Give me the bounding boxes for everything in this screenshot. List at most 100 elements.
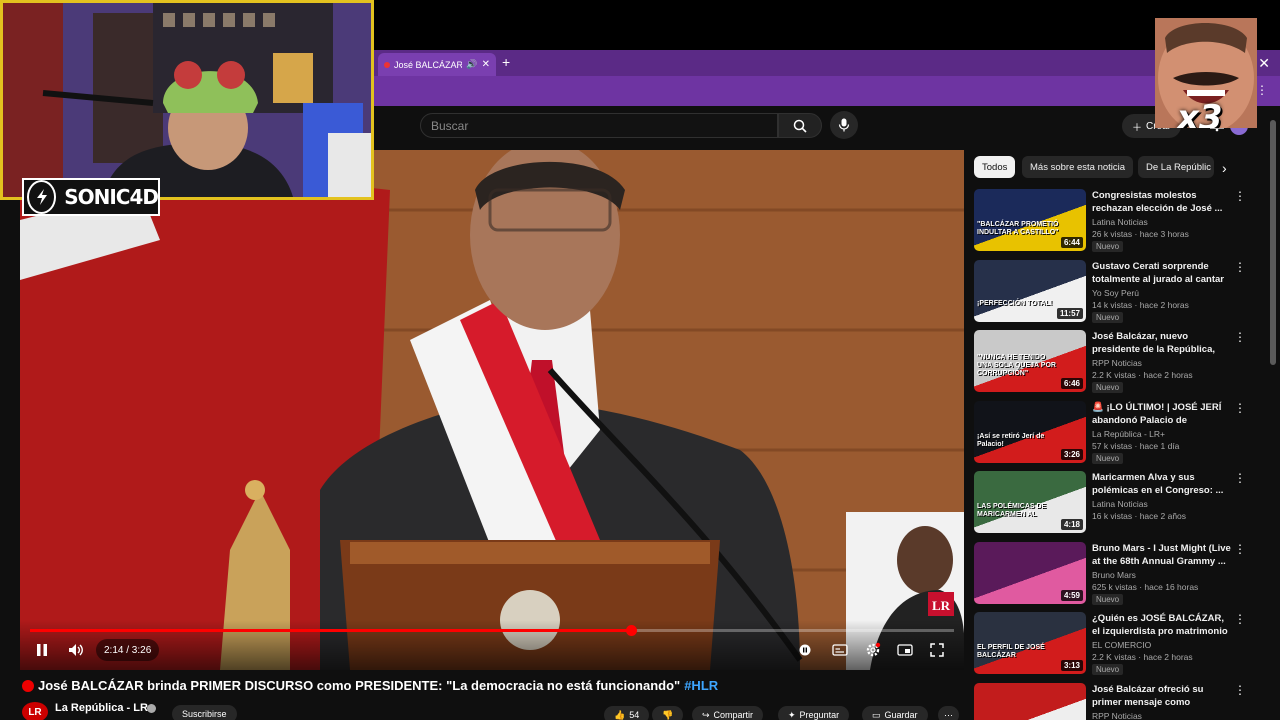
voice-search-button[interactable] bbox=[830, 111, 858, 139]
chip-more-news[interactable]: Más sobre esta noticia bbox=[1022, 156, 1134, 178]
recommendation-channel[interactable]: Bruno Mars bbox=[1092, 570, 1136, 580]
recommendation-item[interactable]: LAS POLÉMICAS DE MARICARMEN AL 4:18 Marica… bbox=[974, 471, 1264, 537]
subtitles-button[interactable] bbox=[829, 639, 851, 661]
recommendation-channel[interactable]: Latina Noticias bbox=[1092, 217, 1148, 227]
more-options-icon[interactable]: ⋮ bbox=[1234, 330, 1246, 344]
ask-label: Preguntar bbox=[799, 710, 840, 720]
like-button[interactable]: 👍 54 bbox=[604, 706, 650, 720]
search-input[interactable]: Buscar bbox=[420, 113, 778, 138]
new-badge: Nuevo bbox=[1092, 664, 1124, 675]
video-title: José BALCÁZAR brinda PRIMER DISCURSO com… bbox=[38, 678, 681, 693]
share-button[interactable]: ↪ Compartir bbox=[692, 706, 764, 720]
more-options-icon[interactable]: ⋮ bbox=[1234, 542, 1246, 556]
recommendation-channel[interactable]: La República - LR+ bbox=[1092, 429, 1165, 439]
settings-button[interactable] bbox=[862, 639, 884, 661]
autoplay-toggle[interactable] bbox=[794, 639, 816, 661]
recommendation-title[interactable]: ¿Quién es JOSÉ BALCÁZAR, el izquierdista… bbox=[1092, 612, 1232, 638]
recommendation-meta: 26 k vistas · hace 3 horas bbox=[1092, 229, 1189, 239]
video-duration: 6:44 bbox=[1060, 237, 1083, 248]
dislike-button[interactable]: 👎 bbox=[652, 706, 684, 720]
save-button[interactable]: ▭ Guardar bbox=[862, 706, 928, 720]
more-options-icon[interactable]: ⋮ bbox=[1234, 612, 1246, 626]
video-thumbnail[interactable]: EL PERFIL DE JOSÉ BALCÁZAR 3:13 bbox=[974, 612, 1086, 674]
recommendation-title[interactable]: 🚨 ¡LO ÚLTIMO! | JOSÉ JERÍ abandonó Palac… bbox=[1092, 401, 1232, 427]
meme-multiplier: x3 bbox=[1177, 98, 1223, 128]
video-thumbnail[interactable] bbox=[974, 682, 1086, 720]
speaker-icon[interactable]: 🔊 bbox=[466, 59, 477, 70]
video-thumbnail[interactable]: LAS POLÉMICAS DE MARICARMEN AL 4:18 bbox=[974, 471, 1086, 533]
recording-dot-icon bbox=[384, 61, 390, 68]
more-options-icon[interactable]: ⋮ bbox=[1234, 401, 1246, 415]
browser-tab[interactable]: José BALCÁZAR brinda 🔊 ✕ bbox=[378, 53, 496, 76]
recommendation-channel[interactable]: Latina Noticias bbox=[1092, 499, 1148, 509]
search-icon bbox=[793, 119, 807, 133]
recommendation-channel[interactable]: EL COMERCIO bbox=[1092, 640, 1151, 650]
recommendation-meta: 2.2 K vistas · hace 2 horas bbox=[1092, 652, 1193, 662]
recommendation-title[interactable]: José Balcázar ofreció su primer mensaje … bbox=[1092, 683, 1232, 709]
video-thumbnail[interactable]: "BALCÁZAR PROMETIÓ INDULTAR A CASTILLO" 6… bbox=[974, 189, 1086, 251]
recommendation-channel[interactable]: Yo Soy Perú bbox=[1092, 288, 1139, 298]
lightning-icon bbox=[27, 180, 57, 214]
search-button[interactable] bbox=[778, 113, 822, 138]
chevron-right-icon[interactable]: › bbox=[1222, 160, 1227, 176]
window-close-button[interactable]: ✕ bbox=[1258, 55, 1270, 72]
thumbnail-caption: ¡Así se retiró Jerí de Palacio! bbox=[977, 432, 1045, 448]
recommendation-item[interactable]: 4:59 Bruno Mars - I Just Might (Live at t… bbox=[974, 541, 1264, 608]
verified-icon bbox=[147, 704, 156, 713]
recommendation-channel[interactable]: RPP Noticias bbox=[1092, 711, 1142, 720]
more-options-icon[interactable]: ⋮ bbox=[1234, 260, 1246, 274]
filter-chips: Todos Más sobre esta noticia De La Repúb… bbox=[974, 156, 1244, 178]
video-thumbnail[interactable]: 4:59 bbox=[974, 541, 1086, 604]
progress-bar[interactable] bbox=[30, 625, 954, 636]
recommendation-item[interactable]: ¡Así se retiró Jerí de Palacio! 3:26 🚨 ¡LO… bbox=[974, 400, 1264, 467]
time-display: 2:14 / 3:26 bbox=[96, 639, 160, 661]
chip-todos[interactable]: Todos bbox=[974, 156, 1016, 178]
theater-mode-button[interactable] bbox=[894, 639, 916, 661]
video-thumbnail[interactable]: ¡PERFECCIÓN TOTAL! 11:57 bbox=[974, 259, 1086, 322]
more-actions-button[interactable]: ⋯ bbox=[938, 706, 959, 720]
ask-button[interactable]: ✦ Preguntar bbox=[778, 706, 850, 720]
chip-channel[interactable]: De La Repúblic bbox=[1138, 156, 1214, 178]
recommendation-item[interactable]: ¡PERFECCIÓN TOTAL! 11:57 Gustavo Cerati so… bbox=[974, 259, 1264, 326]
pause-button[interactable] bbox=[31, 639, 53, 661]
more-options-icon[interactable]: ⋮ bbox=[1234, 683, 1246, 697]
thumbs-down-icon: 👎 bbox=[662, 709, 674, 720]
video-thumbnail[interactable]: ¡Así se retiró Jerí de Palacio! 3:26 bbox=[974, 400, 1086, 463]
browser-menu-icon[interactable]: ⋮ bbox=[1256, 83, 1268, 97]
recommendation-title[interactable]: José Balcázar, nuevo presidente de la Re… bbox=[1092, 330, 1232, 356]
meme-overlay: x3 bbox=[1155, 18, 1257, 128]
channel-avatar[interactable]: LR bbox=[22, 702, 48, 720]
hashtag-link[interactable]: #HLR bbox=[684, 678, 718, 693]
volume-button[interactable] bbox=[65, 639, 87, 661]
more-options-icon[interactable]: ⋮ bbox=[1234, 189, 1246, 203]
red-circle-icon bbox=[22, 679, 34, 692]
recommendation-title[interactable]: Gustavo Cerati sorprende totalmente al j… bbox=[1092, 260, 1232, 286]
tab-title: José BALCÁZAR brinda bbox=[394, 59, 463, 70]
recommendation-title[interactable]: Congresistas molestos rechazan elección … bbox=[1092, 189, 1232, 215]
recommendation-item[interactable]: "NUNCA HE TENIDO UNA SOLA QUEJA POR CORR… bbox=[974, 330, 1264, 396]
streamer-logo: SONIC4D bbox=[22, 178, 160, 216]
video-player[interactable]: LR 2:14 / 3:26 bbox=[20, 150, 964, 670]
tab-close-button[interactable]: ✕ bbox=[482, 59, 490, 70]
scrollbar[interactable] bbox=[1270, 120, 1276, 365]
channel-name[interactable]: La República - LR+ bbox=[55, 702, 154, 714]
recommendation-title[interactable]: Maricarmen Alva y sus polémicas en el Co… bbox=[1092, 471, 1232, 497]
video-duration: 3:13 bbox=[1060, 660, 1083, 671]
more-options-icon[interactable]: ⋮ bbox=[1234, 471, 1246, 485]
video-thumbnail[interactable]: "NUNCA HE TENIDO UNA SOLA QUEJA POR CORR… bbox=[974, 330, 1086, 392]
recommendation-item[interactable]: "BALCÁZAR PROMETIÓ INDULTAR A CASTILLO" 6… bbox=[974, 189, 1264, 255]
subtitles-icon bbox=[832, 644, 848, 656]
recommendation-channel[interactable]: RPP Noticias bbox=[1092, 358, 1142, 368]
fullscreen-button[interactable] bbox=[926, 639, 948, 661]
video-duration: 3:26 bbox=[1060, 448, 1083, 460]
recommendation-item[interactable]: EL PERFIL DE JOSÉ BALCÁZAR 3:13 ¿Quién es … bbox=[974, 612, 1264, 678]
recommendation-meta: 14 k vistas · hace 2 horas bbox=[1092, 299, 1189, 310]
subscribe-button[interactable]: Suscribirse bbox=[172, 705, 237, 720]
browser-tab-bar: José BALCÁZAR brinda 🔊 ✕ + ✕ bbox=[374, 50, 1280, 76]
recommendation-meta: 625 k vistas · hace 16 horas bbox=[1092, 581, 1199, 592]
player-controls: 2:14 / 3:26 bbox=[20, 620, 964, 670]
recommendation-title[interactable]: Bruno Mars - I Just Might (Live at the 6… bbox=[1092, 542, 1232, 568]
new-tab-button[interactable]: + bbox=[502, 54, 510, 70]
recommendation-item[interactable]: José Balcázar ofreció su primer mensaje … bbox=[974, 682, 1264, 720]
progress-scrubber[interactable] bbox=[625, 625, 637, 636]
